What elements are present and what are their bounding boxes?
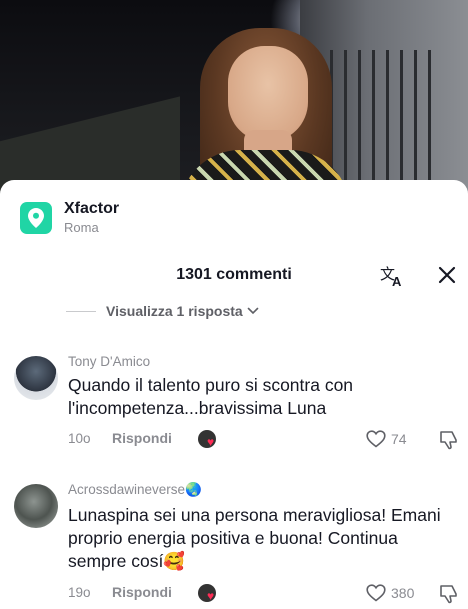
comment-text-body: Lunaspina sei una persona meravigliosa! …	[68, 505, 441, 571]
svg-text:A: A	[392, 274, 402, 288]
view-replies-label: Visualizza 1 risposta	[106, 303, 243, 319]
dislike-icon[interactable]	[438, 429, 460, 451]
smiling-hearts-emoji: 🥰	[163, 551, 186, 571]
comment-text: Quando il talento puro si scontra con l'…	[68, 375, 354, 418]
location-pin-icon	[20, 202, 52, 234]
like-button[interactable]: 74	[366, 430, 407, 448]
like-count: 74	[391, 431, 407, 447]
comment-author[interactable]: Acrossdawineverse🌏	[68, 482, 202, 498]
heart-outline-icon	[366, 430, 386, 448]
avatar[interactable]	[14, 356, 58, 400]
creator-liked-icon: ♥	[198, 430, 220, 450]
comment-meta: 19o Rispondi	[68, 582, 172, 602]
comment-time: 10o	[68, 430, 91, 446]
comment-author-name: Acrossdawineverse	[68, 482, 186, 497]
heart-outline-icon	[366, 584, 386, 602]
place-tag[interactable]: Xfactor Roma	[20, 200, 119, 236]
comment-time: 19o	[68, 584, 91, 600]
comments-sheet: Xfactor Roma 1301 commenti 文 A Visualizz…	[0, 180, 468, 609]
person-face	[228, 46, 308, 142]
comment-meta: 10o Rispondi	[68, 428, 172, 448]
close-icon[interactable]	[436, 264, 458, 286]
like-count: 380	[391, 585, 415, 601]
translate-icon[interactable]: 文 A	[380, 264, 406, 289]
avatar[interactable]	[14, 484, 58, 528]
comment-author[interactable]: Tony D'Amico	[68, 354, 150, 369]
creator-liked-icon: ♥	[198, 584, 220, 604]
reply-button[interactable]: Rispondi	[112, 584, 172, 600]
reply-button[interactable]: Rispondi	[112, 430, 172, 446]
chevron-down-icon	[247, 302, 259, 320]
place-title: Xfactor	[64, 200, 120, 217]
comment-text: Lunaspina sei una persona meravigliosa! …	[68, 504, 453, 573]
video-preview[interactable]	[0, 0, 468, 196]
globe-emoji: 🌏	[185, 482, 202, 497]
like-button[interactable]: 380	[366, 584, 414, 602]
place-subtitle: Roma	[64, 220, 99, 235]
balcony-railing	[330, 50, 440, 190]
dislike-icon[interactable]	[438, 583, 460, 605]
view-replies-button[interactable]: Visualizza 1 risposta	[66, 302, 259, 320]
divider-line	[66, 310, 96, 312]
